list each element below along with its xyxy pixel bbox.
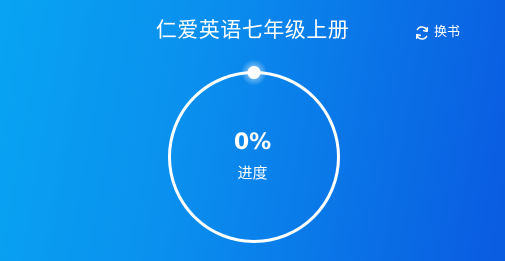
progress-knob bbox=[247, 66, 261, 79]
progress-label: 进度 bbox=[237, 164, 268, 182]
progress-percent: 0% bbox=[233, 130, 272, 155]
progress-track bbox=[168, 71, 340, 243]
progress-screen: 仁爱英语七年级上册 换书 0% 进度 bbox=[0, 0, 505, 261]
